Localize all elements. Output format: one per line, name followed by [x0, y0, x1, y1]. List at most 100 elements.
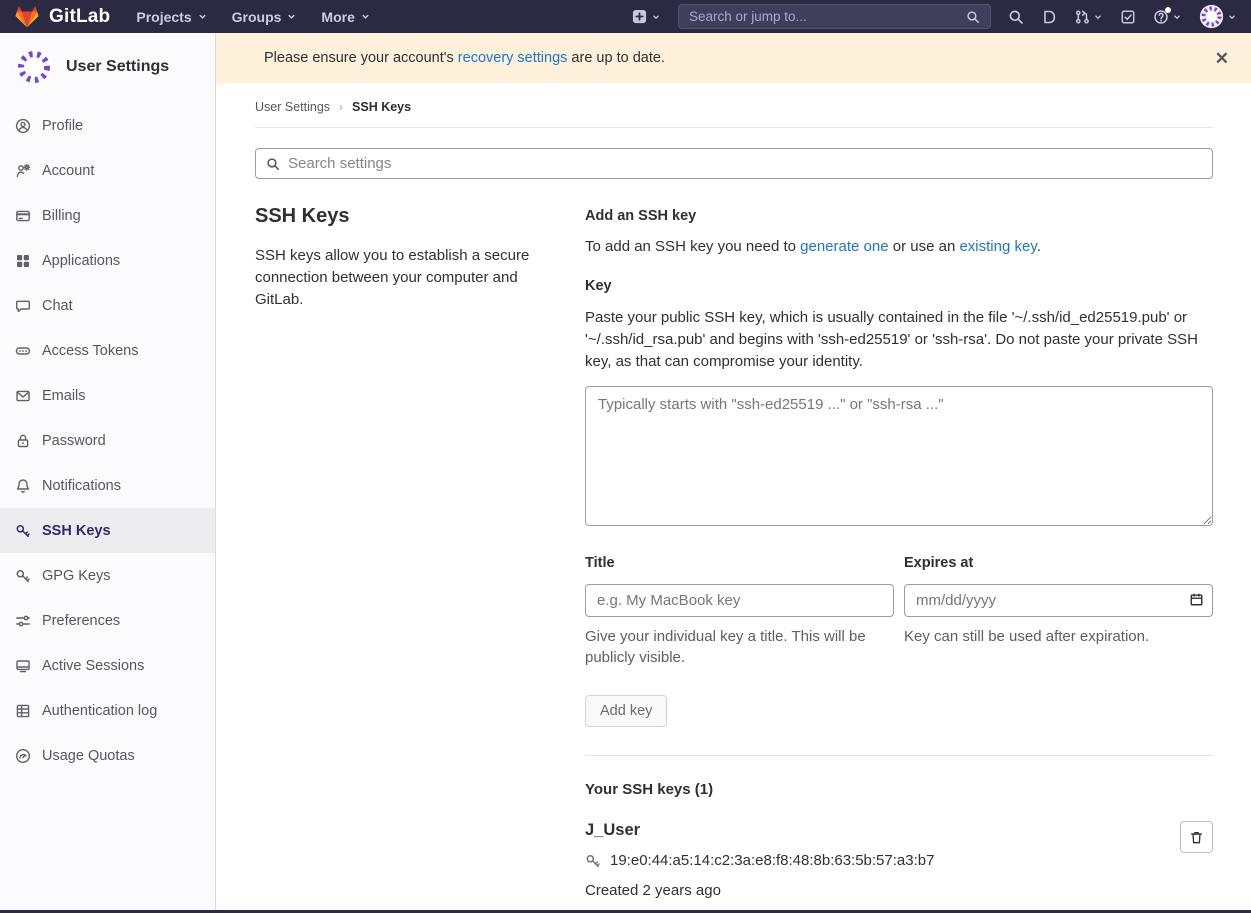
- user-settings-avatar: [14, 47, 54, 87]
- sidebar-item-authentication-log[interactable]: Authentication log: [0, 688, 215, 733]
- merge-requests-menu[interactable]: [1074, 9, 1103, 25]
- applications-icon: [15, 253, 31, 269]
- issues-icon[interactable]: [1041, 9, 1057, 25]
- generate-one-link[interactable]: generate one: [800, 238, 888, 255]
- main-area: Please ensure your account's recovery se…: [216, 33, 1251, 913]
- key-field-description: Paste your public SSH key, which is usua…: [585, 307, 1213, 372]
- billing-icon: [15, 208, 31, 224]
- sidebar-item-access-tokens[interactable]: Access Tokens: [0, 328, 215, 373]
- banner-message: Please ensure your account's recovery se…: [264, 50, 665, 66]
- expires-field-help: Key can still be used after expiration.: [904, 626, 1213, 647]
- sidebar-item-notifications[interactable]: Notifications: [0, 463, 215, 508]
- expires-field-label: Expires at: [904, 555, 1213, 571]
- global-search-input[interactable]: [689, 9, 958, 24]
- sidebar-item-active-sessions[interactable]: Active Sessions: [0, 643, 215, 688]
- account-icon: [15, 163, 31, 179]
- recovery-settings-link[interactable]: recovery settings: [458, 50, 568, 66]
- profile-icon: [15, 118, 31, 134]
- settings-search[interactable]: [255, 148, 1213, 179]
- sidebar-item-label: SSH Keys: [42, 523, 111, 539]
- add-key-button[interactable]: Add key: [585, 695, 667, 727]
- usage-quotas-icon: [15, 748, 31, 764]
- breadcrumb: User Settings › SSH Keys: [255, 83, 1213, 128]
- ssh-keys-icon: [15, 523, 31, 539]
- sidebar-item-label: GPG Keys: [42, 568, 111, 584]
- intro-text: or use an: [889, 238, 960, 255]
- preferences-icon: [15, 613, 31, 629]
- add-ssh-key-heading: Add an SSH key: [585, 208, 1213, 224]
- chevron-down-icon: [1227, 12, 1237, 22]
- sidebar-title: User Settings: [66, 58, 169, 76]
- merge-request-icon: [1074, 9, 1090, 25]
- calendar-icon[interactable]: [1189, 592, 1204, 607]
- sidebar-item-label: Notifications: [42, 478, 121, 494]
- chevron-down-icon: [1093, 12, 1103, 22]
- expires-at-input[interactable]: [904, 584, 1213, 617]
- title-field-help: Give your individual key a title. This w…: [585, 626, 894, 668]
- gpg-keys-icon: [15, 568, 31, 584]
- intro-text: .: [1037, 238, 1041, 255]
- nav-groups[interactable]: Groups: [232, 9, 298, 25]
- sidebar-item-usage-quotas[interactable]: Usage Quotas: [0, 733, 215, 778]
- search-icon: [266, 157, 280, 171]
- todos-icon[interactable]: [1120, 9, 1136, 25]
- notification-dot: [1165, 7, 1171, 13]
- close-icon[interactable]: ✕: [1209, 46, 1235, 71]
- sidebar-item-chat[interactable]: Chat: [0, 283, 215, 328]
- trash-icon: [1189, 830, 1204, 845]
- key-field-label: Key: [585, 278, 1213, 294]
- sidebar-item-preferences[interactable]: Preferences: [0, 598, 215, 643]
- page-title: SSH Keys: [255, 205, 557, 228]
- gitlab-home-link[interactable]: GitLab: [14, 4, 110, 29]
- sidebar-item-label: Active Sessions: [42, 658, 144, 674]
- sidebar-item-label: Usage Quotas: [42, 748, 135, 764]
- ssh-key-list-item: J_User 19:e0:44:a5:14:c2:3a:e8:f8:48:8b:…: [585, 821, 1213, 913]
- key-created: Created 2 years ago: [585, 882, 1167, 899]
- title-field-group: Title Give your individual key a title. …: [585, 555, 894, 668]
- sidebar-item-label: Access Tokens: [42, 343, 138, 359]
- add-ssh-key-intro: To add an SSH key you need to generate o…: [585, 238, 1213, 255]
- sidebar-item-label: Applications: [42, 253, 120, 269]
- settings-search-input[interactable]: [288, 155, 1202, 172]
- key-icon: [585, 853, 601, 869]
- ssh-key-textarea[interactable]: [585, 386, 1213, 526]
- sidebar-item-applications[interactable]: Applications: [0, 238, 215, 283]
- section-divider: [585, 755, 1213, 756]
- sidebar-item-label: Profile: [42, 118, 83, 134]
- nav-more[interactable]: More: [321, 9, 370, 25]
- breadcrumb-current: SSH Keys: [352, 100, 411, 114]
- banner-text-before: Please ensure your account's: [264, 50, 458, 66]
- sidebar-item-password[interactable]: Password: [0, 418, 215, 463]
- sidebar-item-emails[interactable]: Emails: [0, 373, 215, 418]
- settings-sidebar: User Settings Profile Account Billing Ap…: [0, 33, 216, 913]
- global-search[interactable]: [678, 4, 991, 29]
- sidebar-item-ssh-keys[interactable]: SSH Keys: [0, 508, 215, 553]
- recovery-settings-banner: Please ensure your account's recovery se…: [216, 33, 1251, 83]
- breadcrumb-separator-icon: ›: [339, 100, 343, 114]
- help-icon: [1153, 9, 1169, 25]
- sidebar-item-label: Password: [42, 433, 106, 449]
- active-sessions-icon: [15, 658, 31, 674]
- nav-projects-label: Projects: [136, 9, 191, 25]
- gitlab-logo-icon: [14, 4, 40, 29]
- notifications-icon: [15, 478, 31, 494]
- user-menu[interactable]: [1199, 4, 1237, 29]
- access-tokens-icon: [15, 343, 31, 359]
- breadcrumb-user-settings[interactable]: User Settings: [255, 100, 330, 114]
- delete-key-button[interactable]: [1180, 821, 1213, 853]
- title-input[interactable]: [585, 584, 894, 617]
- sidebar-item-profile[interactable]: Profile: [0, 103, 215, 148]
- help-menu[interactable]: [1153, 9, 1182, 25]
- sidebar-item-account[interactable]: Account: [0, 148, 215, 193]
- your-ssh-keys-heading: Your SSH keys (1): [585, 781, 1213, 798]
- chevron-down-icon: [360, 11, 371, 22]
- new-menu-button[interactable]: [632, 9, 661, 24]
- nav-projects[interactable]: Projects: [136, 9, 207, 25]
- chevron-down-icon: [651, 12, 661, 22]
- sidebar-item-gpg-keys[interactable]: GPG Keys: [0, 553, 215, 598]
- existing-key-link[interactable]: existing key: [959, 238, 1036, 255]
- sidebar-item-label: Emails: [42, 388, 86, 404]
- sidebar-item-label: Chat: [42, 298, 73, 314]
- sidebar-item-billing[interactable]: Billing: [0, 193, 215, 238]
- search-icon[interactable]: [1008, 9, 1024, 25]
